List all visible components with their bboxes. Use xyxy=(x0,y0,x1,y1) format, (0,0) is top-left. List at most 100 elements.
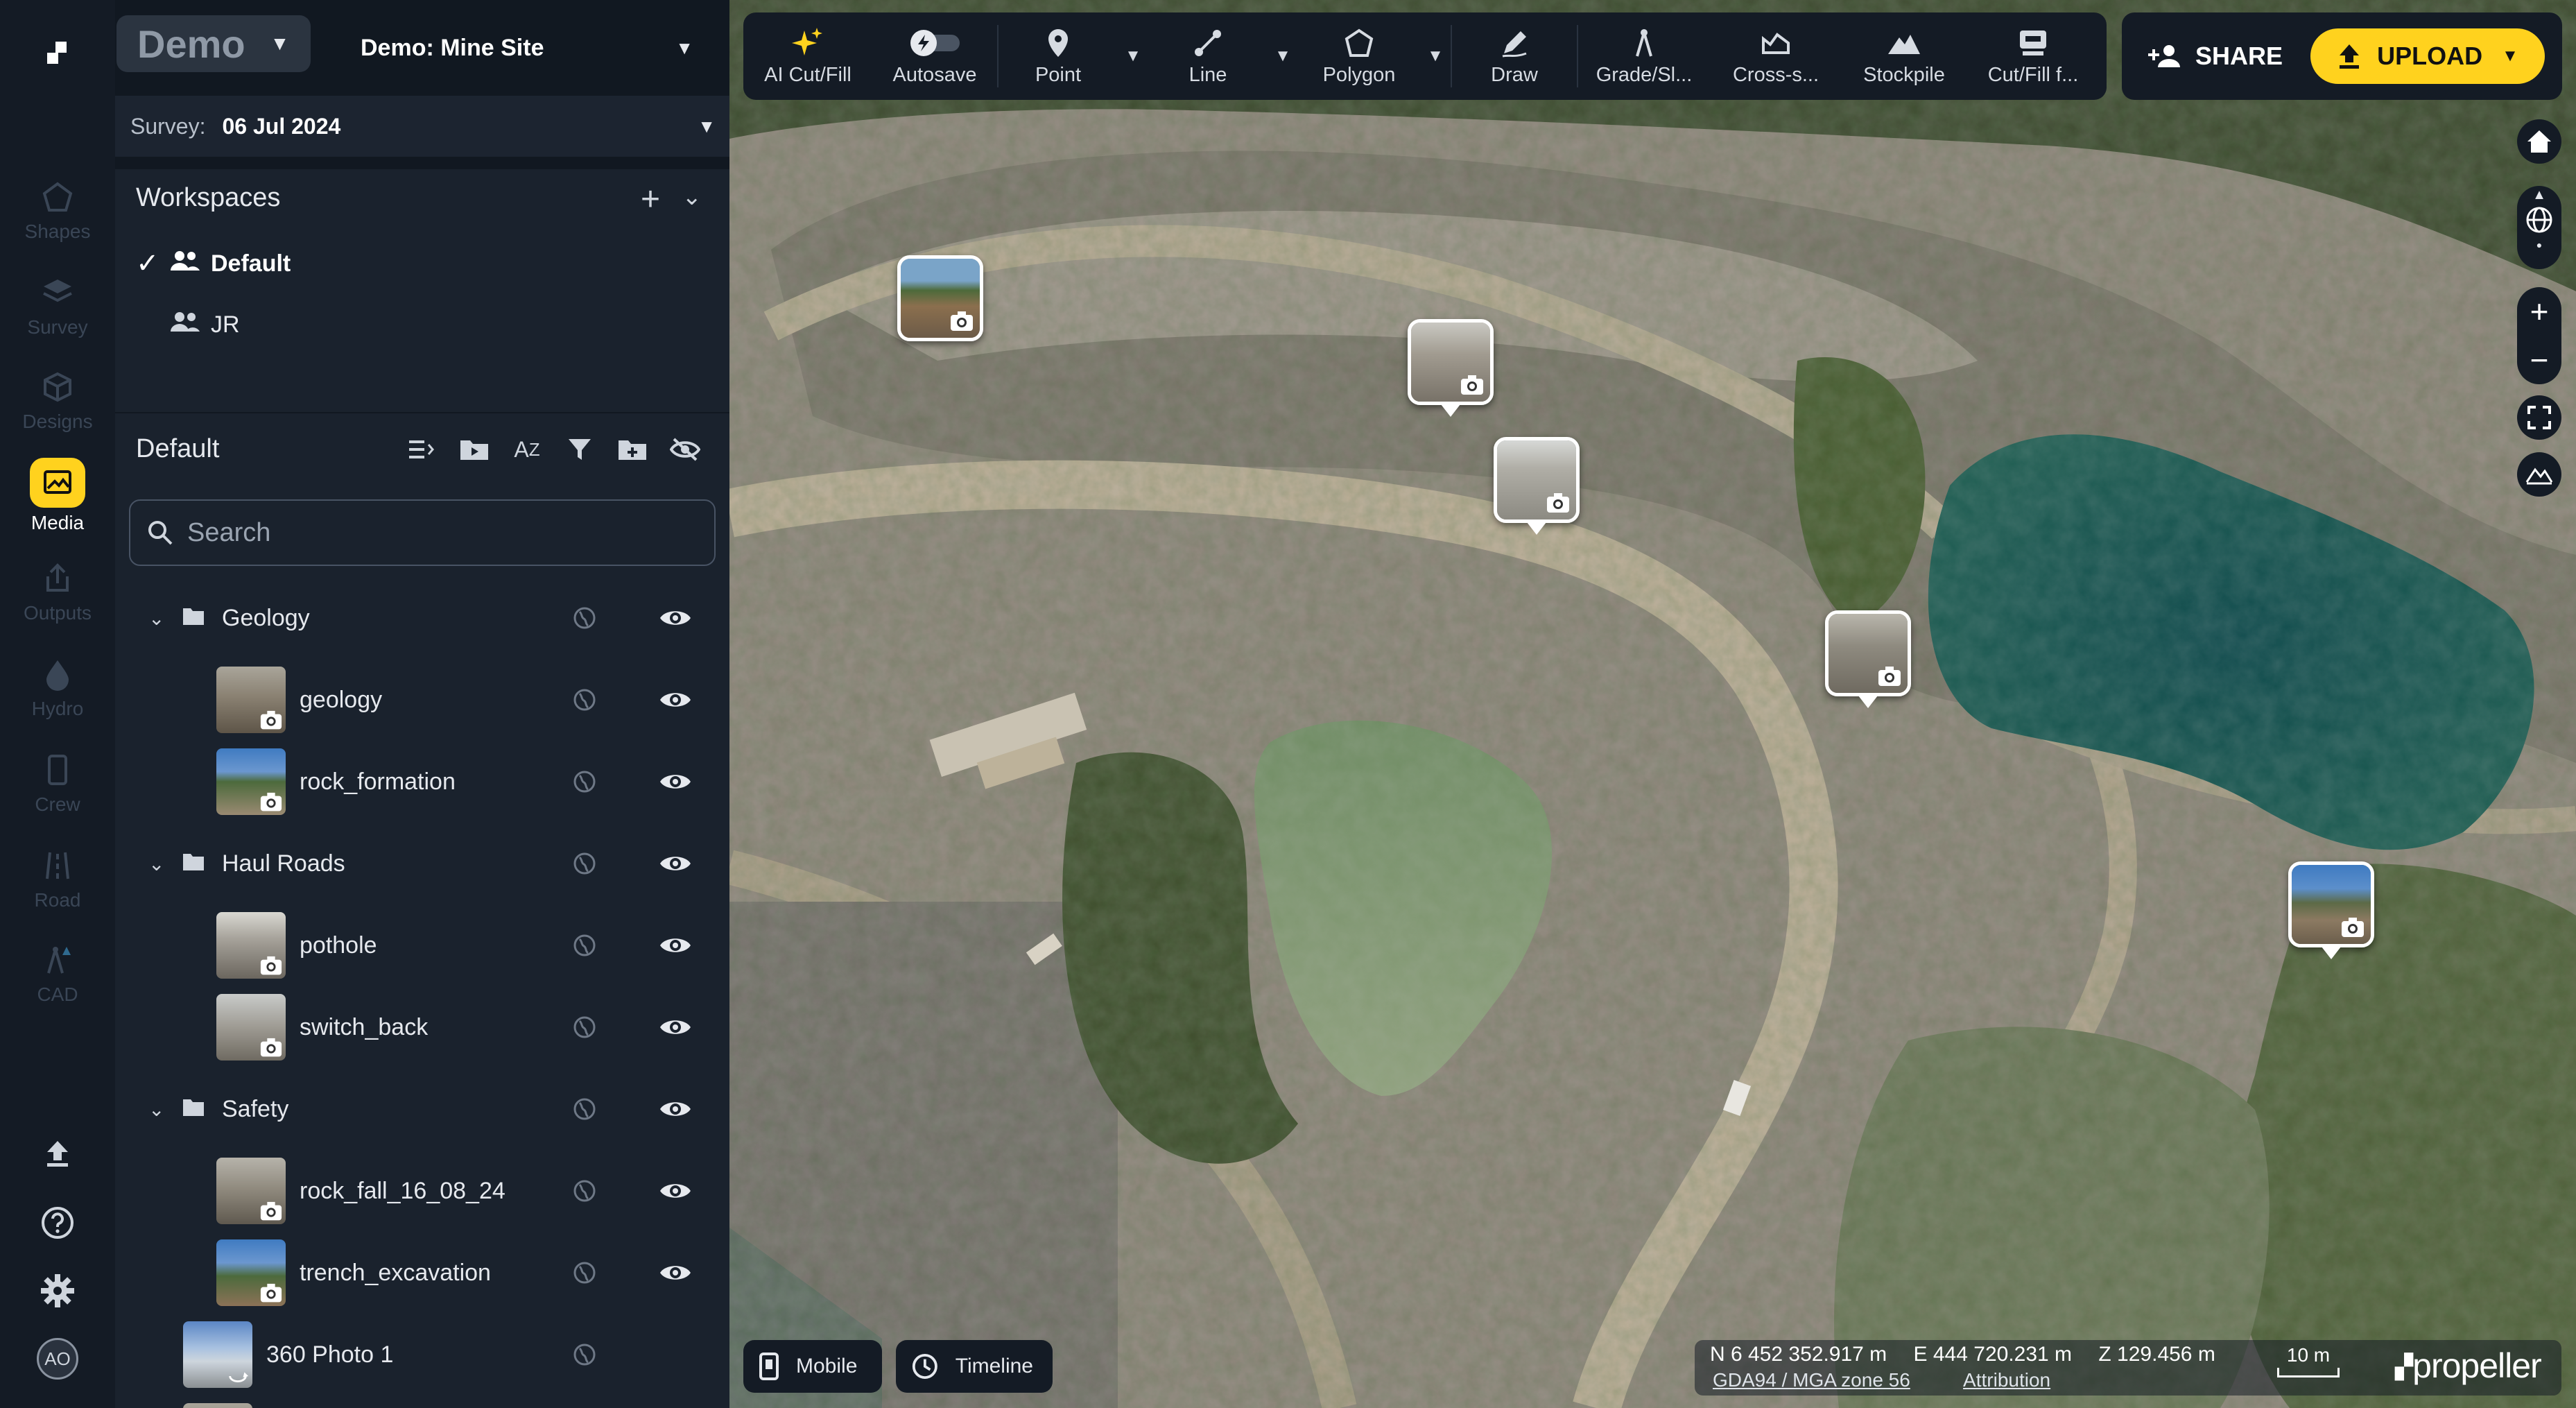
hide-all-icon[interactable] xyxy=(668,433,702,466)
autosave-toggle[interactable]: Autosave xyxy=(872,12,997,100)
eye-icon[interactable] xyxy=(659,1179,692,1203)
photo-marker[interactable] xyxy=(1408,319,1494,417)
point-tool-button[interactable]: Point xyxy=(999,12,1118,100)
map-view[interactable]: AI Cut/Fill Autosave Point ▼ Line ▼ Poly… xyxy=(729,0,2576,1408)
search-input[interactable] xyxy=(187,517,673,548)
move-to-folder-icon[interactable] xyxy=(458,433,491,466)
globe-icon[interactable] xyxy=(573,1015,596,1039)
camera-icon xyxy=(1547,493,1569,513)
ai-cutfill-button[interactable]: AI Cut/Fill xyxy=(743,12,872,100)
eye-icon[interactable] xyxy=(659,770,692,793)
search-field[interactable] xyxy=(129,499,716,566)
eye-icon[interactable] xyxy=(659,852,692,875)
line-tool-button[interactable]: Line xyxy=(1148,12,1268,100)
globe-control[interactable]: ▲ ● xyxy=(2517,186,2561,269)
workspace-item-jr[interactable]: JR xyxy=(136,304,240,345)
rail-item-shapes[interactable]: Shapes xyxy=(0,178,115,254)
chevron-down-icon[interactable]: ⌄ xyxy=(148,852,164,875)
upload-rail-button[interactable] xyxy=(0,1129,115,1178)
help-button[interactable] xyxy=(0,1199,115,1247)
terrain-view-button[interactable] xyxy=(2517,452,2561,497)
photo-name: geology xyxy=(300,686,383,713)
cross-section-button[interactable]: Cross-s... xyxy=(1710,12,1842,100)
zoom-in-button[interactable]: + xyxy=(2530,287,2549,336)
rail-item-survey[interactable]: Survey xyxy=(0,273,115,350)
eye-icon[interactable] xyxy=(659,606,692,630)
folder-row[interactable]: ⌄ Haul Roads xyxy=(115,823,729,904)
chevron-down-icon[interactable]: ⌄ xyxy=(682,183,702,211)
scale-bar: 10 m xyxy=(2277,1344,2340,1383)
stockpile-button[interactable]: Stockpile xyxy=(1842,12,1966,100)
workspace-item-default[interactable]: ✓ Default xyxy=(136,243,291,284)
globe-icon[interactable] xyxy=(573,1343,596,1366)
survey-selector[interactable]: Survey: 06 Jul 2024 ▼ xyxy=(115,96,729,157)
crs-link[interactable]: GDA94 / MGA zone 56 xyxy=(1713,1369,1910,1391)
draw-tool-button[interactable]: Draw xyxy=(1452,12,1577,100)
list-view-icon[interactable] xyxy=(405,433,438,466)
user-menu[interactable]: AO xyxy=(0,1334,115,1383)
rail-item-road[interactable]: Road xyxy=(0,846,115,922)
photo-row[interactable]: rock_fall_16_08_24 xyxy=(115,1150,729,1232)
polygon-dropdown-caret[interactable]: ▼ xyxy=(1420,12,1451,100)
globe-icon[interactable] xyxy=(573,852,596,875)
globe-icon[interactable] xyxy=(573,1261,596,1285)
photo-row[interactable]: trench_excavation xyxy=(115,1232,729,1314)
fullscreen-button[interactable] xyxy=(2517,395,2561,440)
help-icon xyxy=(42,1207,74,1239)
eye-icon[interactable] xyxy=(659,934,692,957)
globe-icon[interactable] xyxy=(573,1097,596,1121)
cutfill-button[interactable]: Cut/Fill f... xyxy=(1966,12,2100,100)
photo-row[interactable]: geology xyxy=(115,659,729,741)
globe-icon[interactable] xyxy=(573,934,596,957)
photo-marker[interactable] xyxy=(897,255,983,341)
attribution-link[interactable]: Attribution xyxy=(1963,1369,2050,1391)
point-dropdown-caret[interactable]: ▼ xyxy=(1118,12,1148,100)
photo360-row[interactable]: 360 Photo 2 xyxy=(115,1396,729,1408)
mobile-button[interactable]: Mobile xyxy=(743,1340,882,1393)
share-button[interactable]: SHARE xyxy=(2148,42,2283,71)
rail-item-cad[interactable]: CAD xyxy=(0,941,115,1017)
project-selector[interactable]: Demo ▼ xyxy=(116,15,311,72)
polygon-tool-button[interactable]: Polygon xyxy=(1298,12,1420,100)
photo-row[interactable]: switch_back xyxy=(115,986,729,1068)
rail-item-outputs[interactable]: Outputs xyxy=(0,559,115,635)
app-logo-icon[interactable] xyxy=(43,39,74,69)
filter-icon[interactable] xyxy=(563,433,596,466)
photo-marker[interactable] xyxy=(1494,437,1580,535)
settings-button[interactable] xyxy=(0,1267,115,1315)
site-selector[interactable]: Demo: Mine Site ▼ xyxy=(361,31,707,65)
sort-az-icon[interactable]: AZ xyxy=(510,433,544,466)
chevron-down-icon[interactable]: ⌄ xyxy=(148,1098,164,1121)
grade-slope-button[interactable]: Grade/Sl... xyxy=(1578,12,1710,100)
line-dropdown-caret[interactable]: ▼ xyxy=(1268,12,1298,100)
photo360-row[interactable]: 360 Photo 1 xyxy=(115,1314,729,1396)
photo-marker[interactable] xyxy=(1825,610,1911,708)
rail-item-hydro[interactable]: Hydro xyxy=(0,655,115,731)
folder-row[interactable]: ⌄ Geology xyxy=(115,577,729,659)
upload-button[interactable]: UPLOAD ▼ xyxy=(2310,28,2545,84)
zoom-out-button[interactable]: − xyxy=(2530,336,2549,384)
timeline-button[interactable]: Timeline xyxy=(896,1340,1053,1393)
new-folder-icon[interactable] xyxy=(616,433,649,466)
photo-row[interactable]: pothole xyxy=(115,904,729,986)
globe-icon[interactable] xyxy=(573,688,596,712)
photo-row[interactable]: rock_formation xyxy=(115,741,729,823)
people-icon xyxy=(169,311,211,339)
camera-icon xyxy=(259,1037,283,1058)
add-workspace-button[interactable]: + xyxy=(641,180,660,218)
rail-item-crew[interactable]: Crew xyxy=(0,750,115,827)
eye-icon[interactable] xyxy=(659,1015,692,1039)
globe-icon[interactable] xyxy=(573,606,596,630)
folder-row[interactable]: ⌄ Safety xyxy=(115,1068,729,1150)
eye-icon[interactable] xyxy=(659,688,692,712)
globe-icon[interactable] xyxy=(573,1179,596,1203)
photo-marker[interactable] xyxy=(2288,861,2374,959)
chevron-down-icon[interactable]: ⌄ xyxy=(148,607,164,630)
home-view-button[interactable] xyxy=(2517,119,2561,164)
folder-icon xyxy=(182,852,205,875)
eye-icon[interactable] xyxy=(659,1097,692,1121)
globe-icon[interactable] xyxy=(573,770,596,793)
rail-item-designs[interactable]: Designs xyxy=(0,368,115,444)
rail-item-media[interactable]: Media xyxy=(0,458,115,534)
eye-icon[interactable] xyxy=(659,1261,692,1285)
